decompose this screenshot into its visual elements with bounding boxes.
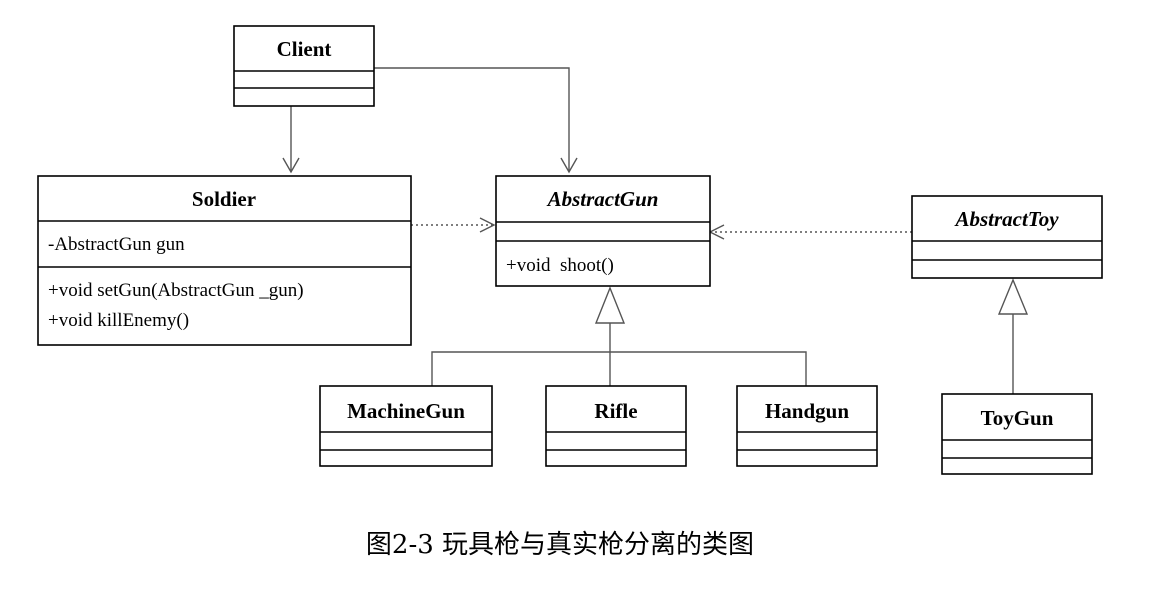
class-name-machinegun: MachineGun [347,399,465,423]
inherit-toygun-abstracttoy [997,278,1029,394]
class-client: Client [233,25,375,107]
class-name-soldier: Soldier [192,187,256,211]
class-handgun: Handgun [736,385,878,467]
class-name-rifle: Rifle [594,399,637,423]
assoc-client-soldier [282,106,300,174]
inherit-concrete-abstractgun [431,286,807,386]
method-shoot: +void shoot() [506,255,614,276]
figure-caption: 图2-3 玩具枪与真实枪分离的类图 [366,530,754,560]
class-name-client: Client [277,37,332,61]
class-name-abstracttoy: AbstractToy [953,207,1059,231]
class-toygun: ToyGun [941,393,1093,475]
assoc-client-abstractgun [374,67,578,174]
dep-abstracttoy-abstractgun [708,224,912,240]
method-setgun: +void setGun(AbstractGun _gun) [48,280,304,301]
class-name-abstractgun: AbstractGun [546,187,659,211]
class-diagram: Client Soldier -AbstractGun gun +void se… [37,25,1103,560]
class-abstracttoy: AbstractToy [911,195,1103,279]
class-name-handgun: Handgun [765,399,849,423]
dep-soldier-abstractgun [411,217,496,233]
class-name-toygun: ToyGun [981,406,1054,430]
class-rifle: Rifle [545,385,687,467]
class-soldier: Soldier -AbstractGun gun +void setGun(Ab… [37,175,412,346]
attribute-gun: -AbstractGun gun [48,234,185,255]
method-killenemy: +void killEnemy() [48,310,189,331]
class-abstractgun: AbstractGun +void shoot() [495,175,711,287]
class-machinegun: MachineGun [319,385,493,467]
